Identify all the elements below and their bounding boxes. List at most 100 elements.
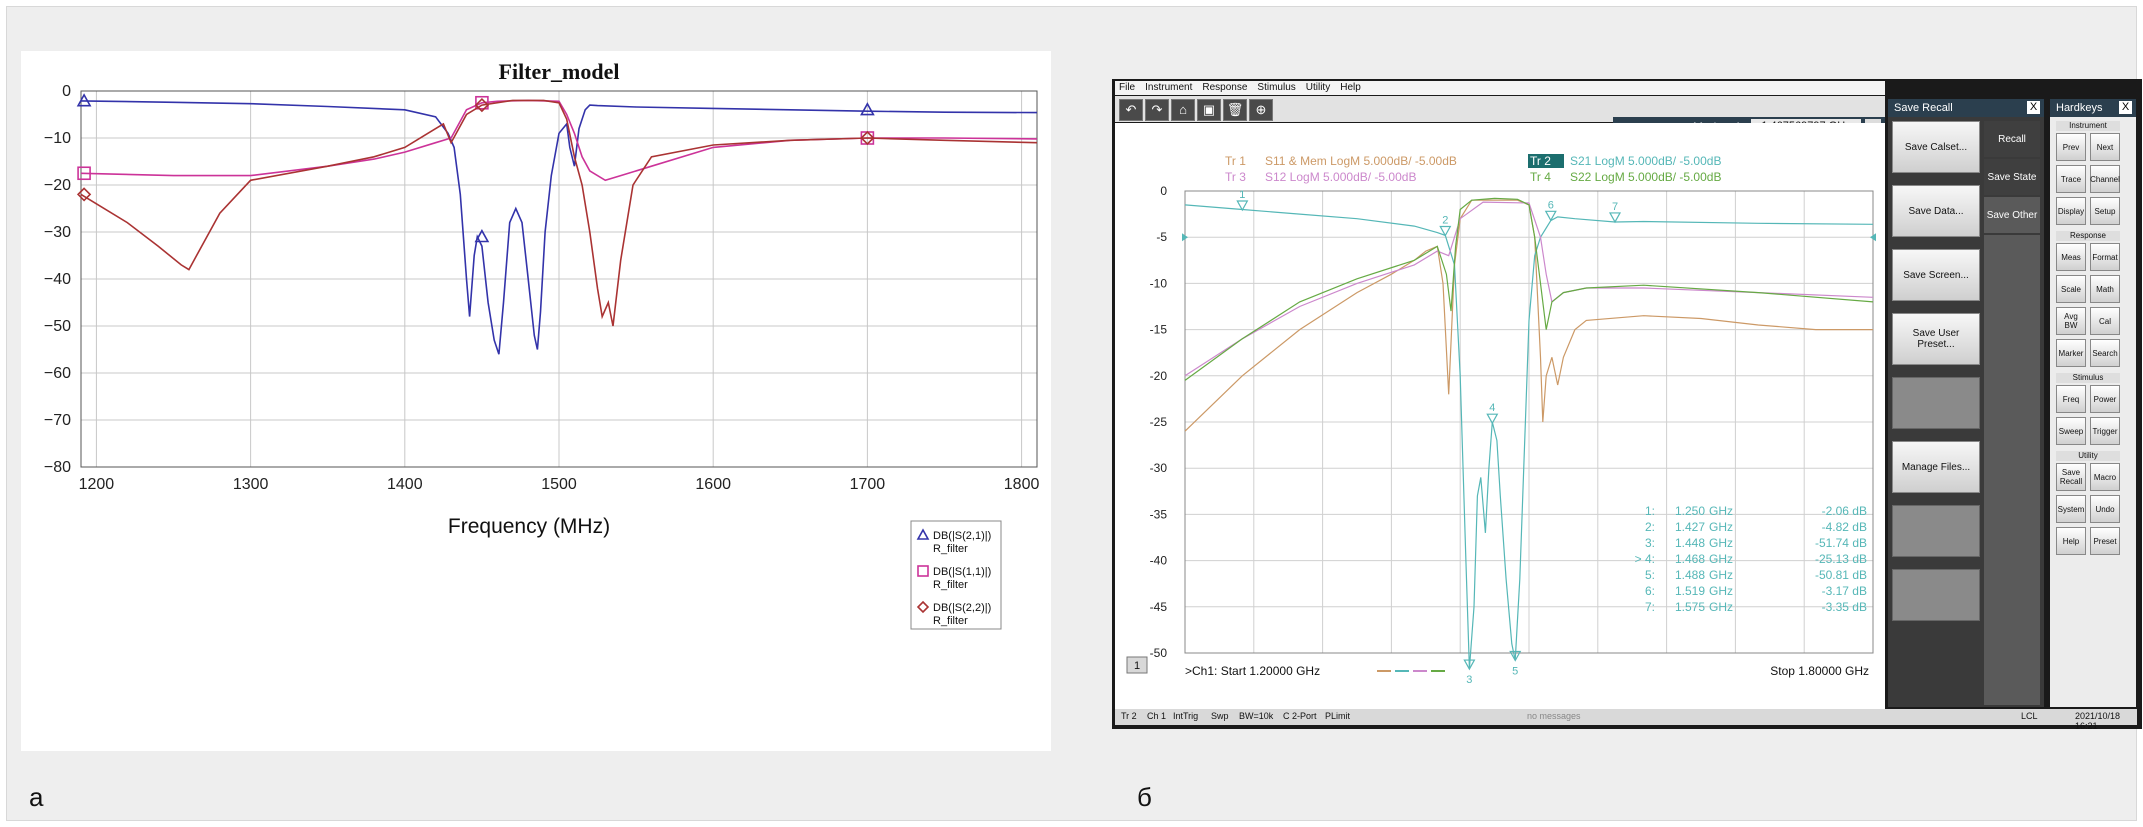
marker-icon[interactable]: ⌂: [1171, 99, 1195, 121]
panel-label-b: б: [1137, 782, 1152, 812]
close-icon[interactable]: X: [2119, 101, 2132, 114]
x-tick-label: 1700: [850, 476, 886, 493]
trash-icon[interactable]: 🗑: [1223, 99, 1247, 121]
hardkey-avg-bw[interactable]: Avg BW: [2056, 307, 2086, 335]
menu-bar: File Instrument Response Stimulus Utility Hel…: [1115, 81, 1885, 95]
hardkey-prev[interactable]: Prev: [2056, 133, 2086, 161]
menu-utility[interactable]: Utility: [1306, 82, 1330, 93]
hardkey-search[interactable]: Search: [2090, 339, 2120, 367]
close-icon[interactable]: X: [2027, 101, 2040, 114]
hardkey-cal[interactable]: Cal: [2090, 307, 2120, 335]
save-recall-button[interactable]: Manage Files...: [1892, 441, 1980, 493]
hardkey-meas[interactable]: Meas: [2056, 243, 2086, 271]
blank-softkey: [1892, 377, 1980, 429]
status-field: 2021/10/18 16:21: [2075, 711, 2121, 731]
status-field: Swp: [1211, 711, 1229, 721]
y-tick-label: −40: [44, 271, 71, 288]
y-tick-label: -15: [1150, 323, 1168, 337]
hardkey-power[interactable]: Power: [2090, 385, 2120, 413]
figure-frame: 1200 1300 1400 1500 1600 1700 1800 0 −10 −20 −30 −4…: [6, 6, 2142, 821]
hardkey-trigger[interactable]: Trigger: [2090, 417, 2120, 445]
hardkey-display[interactable]: Display: [2056, 197, 2086, 225]
hardkey-scale[interactable]: Scale: [2056, 275, 2086, 303]
x-tick-label: 1500: [541, 476, 577, 493]
y-tick-label: -45: [1150, 600, 1168, 614]
y-tick-label: -10: [1150, 276, 1168, 290]
toolbar: ↶ ↷ ⌂ ▣ 🗑 ⊕ Marker 4 1.467569797 GHz: [1115, 96, 1885, 137]
marker-table-unit: GHz: [1709, 520, 1733, 534]
hardkey-help[interactable]: Help: [2056, 527, 2086, 555]
marker-table-id: 1:: [1645, 504, 1655, 518]
menu-help[interactable]: Help: [1340, 82, 1361, 93]
y-tick-label: -30: [1150, 461, 1168, 475]
save-recall-button[interactable]: Save Data...: [1892, 185, 1980, 237]
hardkey-channel[interactable]: Channel: [2090, 165, 2120, 193]
tab-save-other[interactable]: Save Other: [1984, 197, 2040, 233]
y-tick-label: -5: [1156, 230, 1167, 244]
hardkey-trace[interactable]: Trace: [2056, 165, 2086, 193]
hardkey-marker[interactable]: Marker: [2056, 339, 2086, 367]
legend-label: DB(|S(1,1)|): [933, 566, 991, 578]
vna-plot-background: [1115, 123, 1885, 709]
redo-icon[interactable]: ↷: [1145, 99, 1169, 121]
hardkey-save-recall[interactable]: Save Recall: [2056, 463, 2086, 491]
trace-label: S22 LogM 5.000dB/ -5.00dB: [1570, 170, 1721, 184]
marker-table-id: 2:: [1645, 520, 1655, 534]
marker-table-freq: 1.575: [1675, 600, 1705, 614]
marker-table-unit: GHz: [1709, 504, 1733, 518]
menu-file[interactable]: File: [1119, 82, 1135, 93]
status-field: BW=10k: [1239, 711, 1274, 721]
window-icon[interactable]: ▣: [1197, 99, 1221, 121]
marker-table-unit: GHz: [1709, 536, 1733, 550]
marker-table-id: > 4:: [1635, 552, 1655, 566]
legend-label: DB(|S(2,1)|): [933, 530, 991, 542]
y-tick-label: 0: [1160, 184, 1167, 198]
legend-label: R_filter: [933, 543, 968, 555]
tab-save-state[interactable]: Save State: [1984, 159, 2040, 195]
y-tick-label: -40: [1150, 554, 1168, 568]
hardkey-setup[interactable]: Setup: [2090, 197, 2120, 225]
hardkey-section-instrument: Instrument: [2056, 121, 2120, 131]
hardkey-section-utility: Utility: [2056, 451, 2120, 461]
menu-instrument[interactable]: Instrument: [1145, 82, 1192, 93]
hardkey-section-stimulus: Stimulus: [2056, 373, 2120, 383]
tab-recall[interactable]: Recall: [1984, 121, 2040, 157]
hardkey-next[interactable]: Next: [2090, 133, 2120, 161]
blank-softkey: [1892, 505, 1980, 557]
menu-response[interactable]: Response: [1202, 82, 1247, 93]
hardkey-section-response: Response: [2056, 231, 2120, 241]
hardkey-format[interactable]: Format: [2090, 243, 2120, 271]
hardkey-preset[interactable]: Preset: [2090, 527, 2120, 555]
hardkey-system[interactable]: System: [2056, 495, 2086, 523]
hardkey-sweep[interactable]: Sweep: [2056, 417, 2086, 445]
hardkey-undo[interactable]: Undo: [2090, 495, 2120, 523]
status-field: Ch 1: [1147, 711, 1167, 721]
y-tick-label: -20: [1150, 369, 1168, 383]
marker-number: 3: [1466, 674, 1472, 686]
marker-table-id: 3:: [1645, 536, 1655, 550]
save-recall-button[interactable]: Save Calset...: [1892, 121, 1980, 173]
undo-icon[interactable]: ↶: [1119, 99, 1143, 121]
marker-number: 2: [1442, 215, 1448, 227]
legend: DB(|S(2,1)|)R_filterDB(|S(1,1)|)R_filter…: [910, 520, 1002, 630]
save-recall-button[interactable]: Save User Preset...: [1892, 313, 1980, 365]
hardkeys-panel: Hardkeys X Instrument Prev Next Trace Channel…: [2050, 99, 2136, 707]
x-tick-label: 1400: [387, 476, 423, 493]
status-field: no messages: [1527, 711, 1581, 721]
status-field: PLimit: [1325, 711, 1351, 721]
stop-frequency: Stop 1.80000 GHz: [1770, 664, 1869, 678]
marker-table-unit: GHz: [1709, 552, 1733, 566]
x-tick-label: 1600: [695, 476, 731, 493]
hardkey-macro[interactable]: Macro: [2090, 463, 2120, 491]
trace-id: Tr 3: [1225, 170, 1246, 184]
marker-number: 5: [1512, 665, 1518, 677]
marker-table-unit: GHz: [1709, 568, 1733, 582]
hardkey-freq[interactable]: Freq: [2056, 385, 2086, 413]
hardkey-math[interactable]: Math: [2090, 275, 2120, 303]
save-recall-button[interactable]: Save Screen...: [1892, 249, 1980, 301]
menu-stimulus[interactable]: Stimulus: [1257, 82, 1295, 93]
y-tick-label: 0: [62, 83, 71, 100]
x-tick-label: 1200: [79, 476, 115, 493]
zoom-icon[interactable]: ⊕: [1249, 99, 1273, 121]
y-tick-label: −20: [44, 177, 71, 194]
